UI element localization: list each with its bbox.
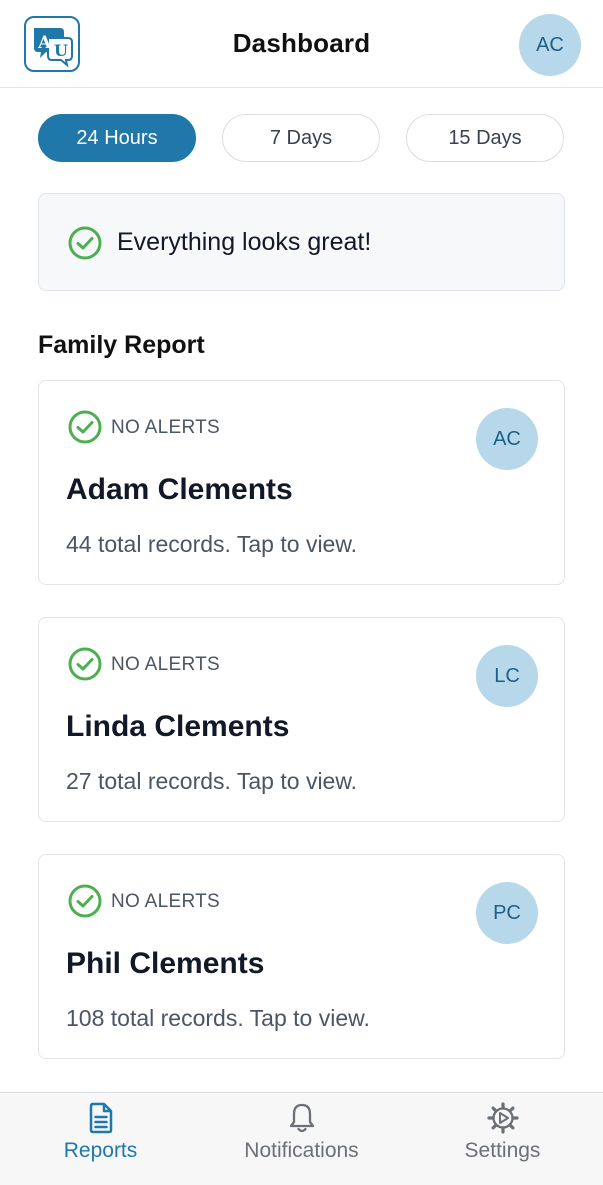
check-circle-icon bbox=[68, 884, 102, 918]
member-avatar: PC bbox=[476, 882, 538, 944]
member-name: Linda Clements bbox=[66, 710, 290, 743]
range-tab-24-hours[interactable]: 24 Hours bbox=[38, 114, 196, 162]
page-title: Dashboard bbox=[232, 28, 371, 58]
nav-label-reports: Reports bbox=[63, 1139, 138, 1162]
bottom-nav: Reports Notifications Settings bbox=[0, 1092, 603, 1185]
member-records: 27 total records. Tap to view. bbox=[66, 768, 358, 794]
dashboard-screen: A U Dashboard AC 24 Hours 7 Days 15 Days… bbox=[0, 0, 603, 1185]
status-banner: Everything looks great! bbox=[38, 193, 565, 291]
gear-icon bbox=[487, 1102, 519, 1134]
status-text: Everything looks great! bbox=[117, 228, 372, 256]
family-member-card[interactable]: NO ALERTS Linda Clements 27 total record… bbox=[38, 617, 565, 822]
member-avatar: AC bbox=[476, 408, 538, 470]
alert-status: NO ALERTS bbox=[111, 891, 220, 912]
nav-item-notifications[interactable]: Notifications bbox=[201, 1093, 402, 1185]
member-records: 108 total records. Tap to view. bbox=[66, 1005, 370, 1031]
member-avatar: LC bbox=[476, 645, 538, 707]
nav-label-settings: Settings bbox=[464, 1139, 541, 1162]
document-icon bbox=[89, 1102, 113, 1134]
check-circle-icon bbox=[68, 410, 102, 444]
alert-status: NO ALERTS bbox=[111, 417, 220, 438]
section-title-family-report: Family Report bbox=[38, 331, 205, 359]
user-avatar[interactable]: AC bbox=[519, 14, 581, 76]
alert-status: NO ALERTS bbox=[111, 654, 220, 675]
range-tab-15-days[interactable]: 15 Days bbox=[406, 114, 564, 162]
bell-icon bbox=[289, 1103, 315, 1133]
nav-item-settings[interactable]: Settings bbox=[402, 1093, 603, 1185]
range-tab-7-days[interactable]: 7 Days bbox=[222, 114, 380, 162]
nav-item-reports[interactable]: Reports bbox=[0, 1093, 201, 1185]
family-member-card[interactable]: NO ALERTS Adam Clements 44 total records… bbox=[38, 380, 565, 585]
member-records: 44 total records. Tap to view. bbox=[66, 531, 358, 557]
check-circle-icon bbox=[68, 647, 102, 681]
nav-label-notifications: Notifications bbox=[244, 1139, 359, 1162]
member-name: Phil Clements bbox=[66, 947, 265, 980]
check-circle-icon bbox=[68, 226, 102, 260]
family-member-card[interactable]: NO ALERTS Phil Clements 108 total record… bbox=[38, 854, 565, 1059]
member-name: Adam Clements bbox=[66, 473, 293, 506]
header: A U Dashboard AC bbox=[0, 0, 603, 88]
